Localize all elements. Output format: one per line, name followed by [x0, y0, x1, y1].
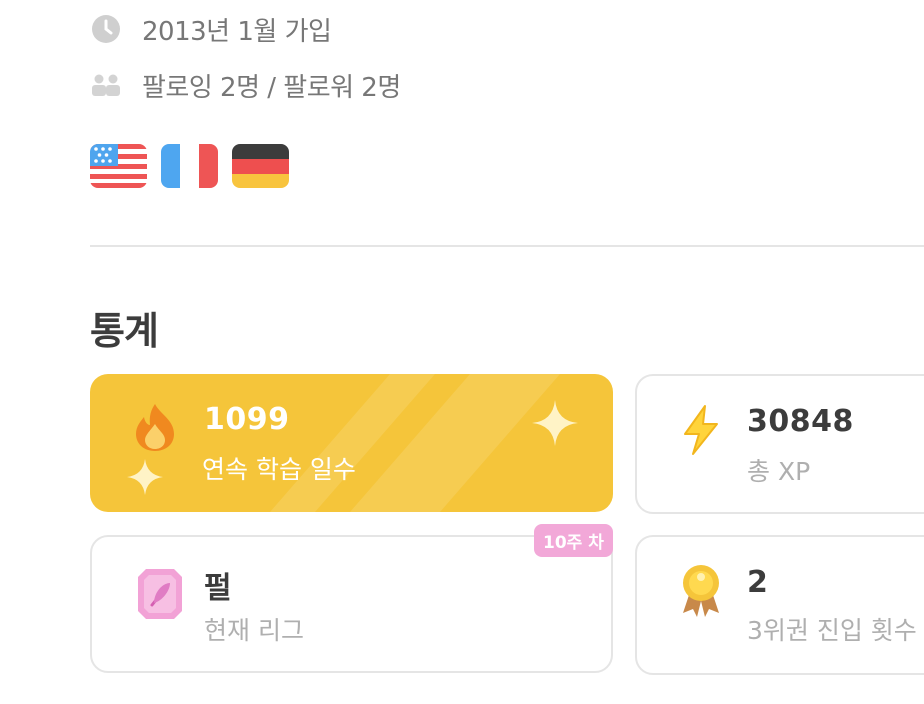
total-xp-value: 30848 — [747, 404, 854, 439]
follow-count-link[interactable]: 팔로잉 2명 / 팔로워 2명 — [142, 67, 401, 104]
de-flag-icon[interactable] — [232, 144, 289, 188]
joined-date-text: 2013년 1월 가입 — [142, 16, 332, 47]
top3-value: 2 — [747, 565, 769, 600]
course-flags — [90, 144, 289, 188]
top3-label: 3위권 진입 횟수 — [747, 616, 917, 645]
profile-page: 2013년 1월 가입 팔로잉 2명 / 팔로워 2명 통계 1099 연속 학… — [0, 0, 924, 704]
sparkle-icon — [530, 398, 580, 452]
streak-label: 연속 학습 일수 — [202, 455, 356, 484]
pearl-league-icon — [136, 567, 184, 625]
streak-value: 1099 — [204, 402, 290, 437]
medal-icon — [679, 563, 723, 621]
stats-title: 통계 — [90, 309, 159, 353]
friends-icon — [90, 69, 122, 101]
flame-icon — [134, 402, 176, 456]
clock-icon — [90, 13, 122, 45]
fr-flag-icon[interactable] — [161, 144, 218, 188]
lightning-icon — [679, 404, 723, 460]
us-flag-icon[interactable] — [90, 144, 147, 188]
top3-finishes-card: 2 3위권 진입 횟수 — [635, 535, 924, 675]
league-week-badge: 10주 차 — [534, 524, 613, 557]
follow-row: 팔로잉 2명 / 팔로워 2명 — [90, 66, 401, 104]
total-xp-label: 총 XP — [747, 457, 811, 486]
league-value: 펄 — [204, 571, 233, 606]
league-card[interactable]: 펄 현재 리그 — [90, 535, 613, 673]
streak-card: 1099 연속 학습 일수 — [90, 374, 613, 512]
section-divider — [90, 245, 924, 247]
league-label: 현재 리그 — [204, 616, 304, 645]
joined-row: 2013년 1월 가입 — [90, 10, 332, 48]
sparkle-icon — [125, 457, 165, 501]
total-xp-card: 30848 총 XP — [635, 374, 924, 514]
